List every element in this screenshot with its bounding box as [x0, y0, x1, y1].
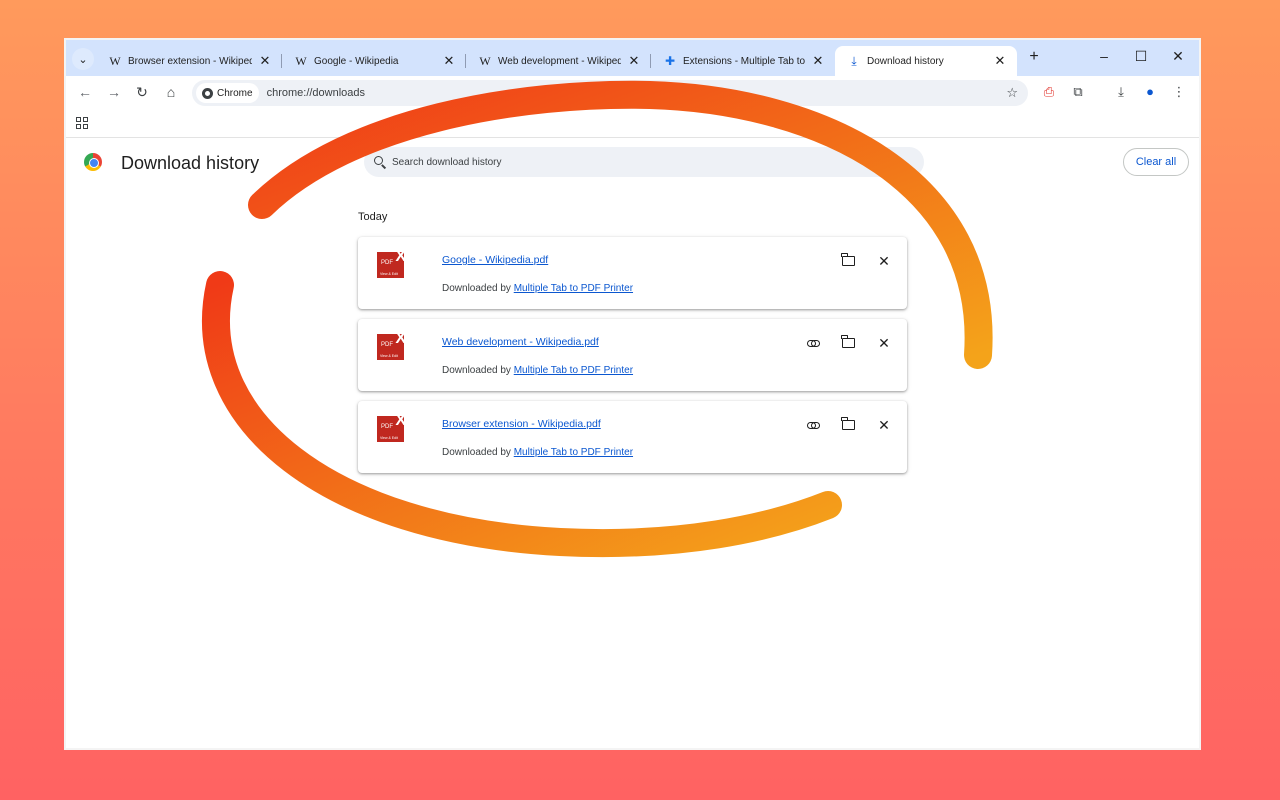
maximize-button[interactable]: ☐ [1131, 48, 1151, 65]
search-icon [374, 156, 386, 168]
chrome-logo-icon [84, 153, 102, 171]
close-icon[interactable]: ✕ [442, 53, 456, 69]
tab-strip: ⌄ W Browser extension - Wikipedia ✕ W Go… [66, 40, 1199, 76]
close-icon: ✕ [878, 252, 890, 269]
chip-label: Chrome [217, 87, 253, 99]
downloaded-by: Downloaded by Multiple Tab to PDF Printe… [442, 365, 634, 376]
minimize-button[interactable]: – [1094, 48, 1114, 64]
file-name-link[interactable]: Browser extension - Wikipedia.pdf [442, 418, 601, 430]
chrome-icon [202, 87, 213, 99]
downloaded-by: Downloaded by Multiple Tab to PDF Printe… [442, 283, 634, 294]
tab-title: Google - Wikipedia [314, 55, 399, 67]
pdf-file-icon: PDF X View & Edit [377, 248, 406, 278]
toolbar: ← → ↻ ⌂ Chrome chrome://downloads ☆ ⎙ ⧉ … [66, 76, 1199, 110]
address-bar[interactable]: Chrome chrome://downloads ☆ [192, 80, 1028, 106]
reload-button[interactable]: ↻ [133, 84, 151, 101]
file-name-link[interactable]: Google - Wikipedia.pdf [442, 254, 548, 266]
downloads-page: Download history Search download history… [66, 139, 1199, 748]
bookmarks-bar [66, 110, 1199, 138]
folder-icon [840, 335, 855, 348]
downloaded-by: Downloaded by Multiple Tab to PDF Printe… [442, 447, 634, 458]
back-button[interactable]: ← [76, 84, 94, 100]
remove-button[interactable]: ✕ [874, 333, 894, 353]
close-icon[interactable]: ✕ [258, 53, 272, 69]
close-icon[interactable]: ✕ [811, 53, 825, 69]
extensions-puzzle-icon[interactable]: ⧉ [1069, 84, 1087, 100]
folder-icon [840, 253, 855, 266]
tab-title: Browser extension - Wikipedia [128, 55, 252, 67]
download-icon: ⤓ [851, 53, 857, 68]
folder-icon [840, 417, 855, 430]
file-name-link[interactable]: Web development - Wikipedia.pdf [442, 336, 599, 348]
tab-download-history[interactable]: ⤓ Download history ✕ [835, 46, 1017, 76]
close-window-button[interactable]: ✕ [1168, 48, 1188, 65]
extension-link[interactable]: Multiple Tab to PDF Printer [514, 365, 633, 376]
wikipedia-icon: W [109, 53, 121, 68]
tab-title: Web development - Wikipedia [498, 55, 621, 67]
download-item: PDF X View & Edit Browser extension - Wiki… [358, 401, 907, 473]
tab-web-development[interactable]: W Web development - Wikipedia ✕ [466, 46, 651, 76]
new-tab-button[interactable]: + [1024, 48, 1044, 66]
link-icon [806, 339, 820, 347]
wikipedia-icon: W [295, 53, 307, 68]
pdf-file-icon: PDF X View & Edit [377, 412, 406, 442]
close-icon: ✕ [878, 416, 890, 433]
site-chip[interactable]: Chrome [196, 83, 259, 103]
extension-link[interactable]: Multiple Tab to PDF Printer [514, 283, 633, 294]
url-text: chrome://downloads [266, 87, 366, 99]
tab-title: Extensions - Multiple Tab to PDF [683, 55, 805, 67]
bookmark-star-icon[interactable]: ☆ [1006, 85, 1018, 101]
remove-button[interactable]: ✕ [874, 251, 894, 271]
home-button[interactable]: ⌂ [162, 84, 180, 100]
menu-kebab-icon[interactable]: ⋮ [1170, 84, 1188, 100]
downloads-icon[interactable]: ⤓ [1112, 84, 1130, 100]
remove-button[interactable]: ✕ [874, 415, 894, 435]
section-label: Today [358, 211, 388, 223]
show-in-folder-button[interactable] [838, 251, 858, 271]
page-title: Download history [121, 153, 260, 173]
download-item: PDF X View & Edit Web development - Wikipe… [358, 319, 907, 391]
forward-button[interactable]: → [105, 84, 123, 100]
link-icon [806, 421, 820, 429]
wikipedia-icon: W [479, 53, 491, 68]
profile-avatar-icon[interactable]: ● [1141, 84, 1159, 99]
clear-all-button[interactable]: Clear all [1123, 148, 1189, 176]
extension-link[interactable]: Multiple Tab to PDF Printer [514, 447, 633, 458]
copy-link-button[interactable] [803, 333, 823, 353]
tab-google[interactable]: W Google - Wikipedia ✕ [282, 46, 466, 76]
tab-search-button[interactable]: ⌄ [72, 48, 94, 70]
puzzle-icon: ✚ [664, 54, 676, 68]
close-icon: ✕ [878, 334, 890, 351]
pdf-file-icon: PDF X View & Edit [377, 330, 406, 360]
show-in-folder-button[interactable] [838, 333, 858, 353]
show-in-folder-button[interactable] [838, 415, 858, 435]
search-input[interactable]: Search download history [364, 147, 924, 177]
tab-title: Download history [867, 55, 944, 67]
tab-browser-extension[interactable]: W Browser extension - Wikipedia ✕ [96, 46, 282, 76]
close-icon[interactable]: ✕ [627, 53, 641, 69]
close-icon[interactable]: ✕ [993, 53, 1007, 69]
search-placeholder: Search download history [392, 156, 502, 168]
copy-link-button[interactable] [803, 415, 823, 435]
pdf-printer-extension-icon[interactable]: ⎙ [1040, 84, 1058, 100]
browser-window: ⌄ W Browser extension - Wikipedia ✕ W Go… [64, 38, 1201, 750]
apps-grid-icon[interactable] [76, 117, 88, 129]
chevron-down-icon: ⌄ [78, 53, 88, 66]
tab-extensions[interactable]: ✚ Extensions - Multiple Tab to PDF ✕ [651, 46, 835, 76]
download-item: PDF X View & Edit Google - Wikipedia.pdf D… [358, 237, 907, 309]
